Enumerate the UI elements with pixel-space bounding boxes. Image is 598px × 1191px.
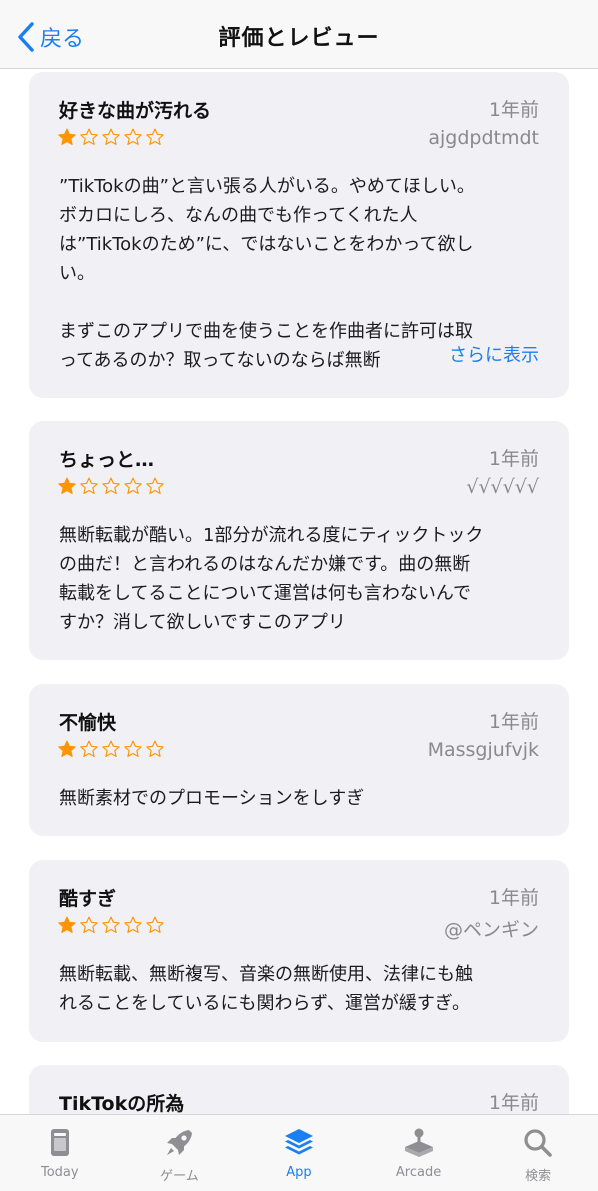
review-author: √√√√√√ bbox=[466, 476, 539, 498]
star-empty-icon bbox=[124, 916, 142, 933]
star-filled-icon bbox=[58, 740, 76, 757]
star-empty-icon bbox=[146, 916, 164, 933]
star-filled-icon bbox=[58, 916, 76, 933]
review-card[interactable]: ちょっと… 1年前 √√√√√√ 無断転載が酷い。1部分が流れる度にティックトッ… bbox=[29, 421, 569, 660]
star-empty-icon bbox=[102, 916, 120, 933]
review-body: 無断素材でのプロモーションをしすぎ bbox=[59, 788, 365, 809]
star-filled-icon bbox=[58, 477, 76, 494]
star-empty-icon bbox=[146, 740, 164, 757]
star-empty-icon bbox=[80, 916, 98, 933]
review-card[interactable]: TikTokの所為 1年前 bbox=[29, 1065, 569, 1114]
reviews-list[interactable]: 好きな曲が汚れる 1年前 ajgdpdtmdt ”TikTokの曲”と言い張る人… bbox=[0, 70, 598, 1114]
star-empty-icon bbox=[146, 128, 164, 145]
review-title: 酷すぎ bbox=[59, 888, 117, 910]
review-author: Massgjufvjk bbox=[427, 739, 539, 761]
review-card[interactable]: 不愉快 1年前 Massgjufvjk 無断素材でのプロモーションをしすぎ bbox=[29, 684, 569, 836]
review-date: 1年前 bbox=[488, 448, 539, 470]
search-icon bbox=[524, 1129, 552, 1157]
review-body: 無断転載、無断複写、音楽の無断使用、法律にも触 れることをしているにも関わらず、… bbox=[59, 964, 473, 1014]
review-title: 好きな曲が汚れる bbox=[59, 100, 212, 122]
review-author: @ペンギン bbox=[443, 919, 539, 941]
review-title: ちょっと… bbox=[59, 449, 155, 471]
joystick-icon bbox=[404, 1128, 433, 1157]
review-card[interactable]: 酷すぎ 1年前 @ペンギン 無断転載、無断複写、音楽の無断使用、法律にも触 れる… bbox=[29, 860, 569, 1042]
review-card[interactable]: 好きな曲が汚れる 1年前 ajgdpdtmdt ”TikTokの曲”と言い張る人… bbox=[29, 72, 569, 398]
review-author: ajgdpdtmdt bbox=[428, 127, 539, 149]
star-rating bbox=[57, 915, 165, 935]
app-stack-icon bbox=[284, 1129, 313, 1155]
star-empty-icon bbox=[80, 740, 98, 757]
star-empty-icon bbox=[80, 128, 98, 145]
tab-search[interactable]: 検索 bbox=[478, 1115, 598, 1191]
review-title: 不愉快 bbox=[59, 712, 117, 734]
tab-games-label: ゲーム bbox=[160, 1169, 199, 1184]
star-rating bbox=[57, 476, 165, 496]
review-date: 1年前 bbox=[488, 99, 539, 121]
star-empty-icon bbox=[102, 128, 120, 145]
star-empty-icon bbox=[80, 477, 98, 494]
navigation-bar: 戻る 評価とレビュー bbox=[0, 0, 598, 69]
read-more-link[interactable]: さらに表示 bbox=[427, 341, 539, 370]
review-date: 1年前 bbox=[488, 1092, 539, 1114]
star-empty-icon bbox=[124, 740, 142, 757]
tab-apps-label: App bbox=[286, 1165, 312, 1180]
star-rating bbox=[57, 127, 165, 147]
tab-arcade-label: Arcade bbox=[395, 1165, 442, 1180]
rocket-icon bbox=[167, 1130, 193, 1155]
page-title: 評価とレビュー bbox=[218, 26, 380, 51]
star-empty-icon bbox=[102, 477, 120, 494]
tab-apps[interactable]: App bbox=[239, 1115, 359, 1191]
star-rating bbox=[57, 739, 165, 759]
star-empty-icon bbox=[102, 740, 120, 757]
star-empty-icon bbox=[146, 477, 164, 494]
tab-search-label: 検索 bbox=[525, 1169, 552, 1184]
tab-today-label: Today bbox=[40, 1165, 79, 1180]
review-date: 1年前 bbox=[488, 887, 539, 909]
tab-today[interactable]: Today bbox=[0, 1115, 120, 1191]
star-filled-icon bbox=[58, 128, 76, 145]
review-body: 無断転載が酷い。1部分が流れる度にティックトック の曲だ！と言われるのはなんだか… bbox=[59, 525, 484, 633]
review-date: 1年前 bbox=[488, 711, 539, 733]
star-empty-icon bbox=[124, 477, 142, 494]
today-icon bbox=[50, 1129, 69, 1156]
tab-games[interactable]: ゲーム bbox=[120, 1115, 240, 1191]
tab-bar: Today ゲーム App Arcade 検索 bbox=[0, 1114, 598, 1191]
tab-arcade[interactable]: Arcade bbox=[359, 1115, 479, 1191]
review-title: TikTokの所為 bbox=[59, 1093, 185, 1114]
star-empty-icon bbox=[124, 128, 142, 145]
